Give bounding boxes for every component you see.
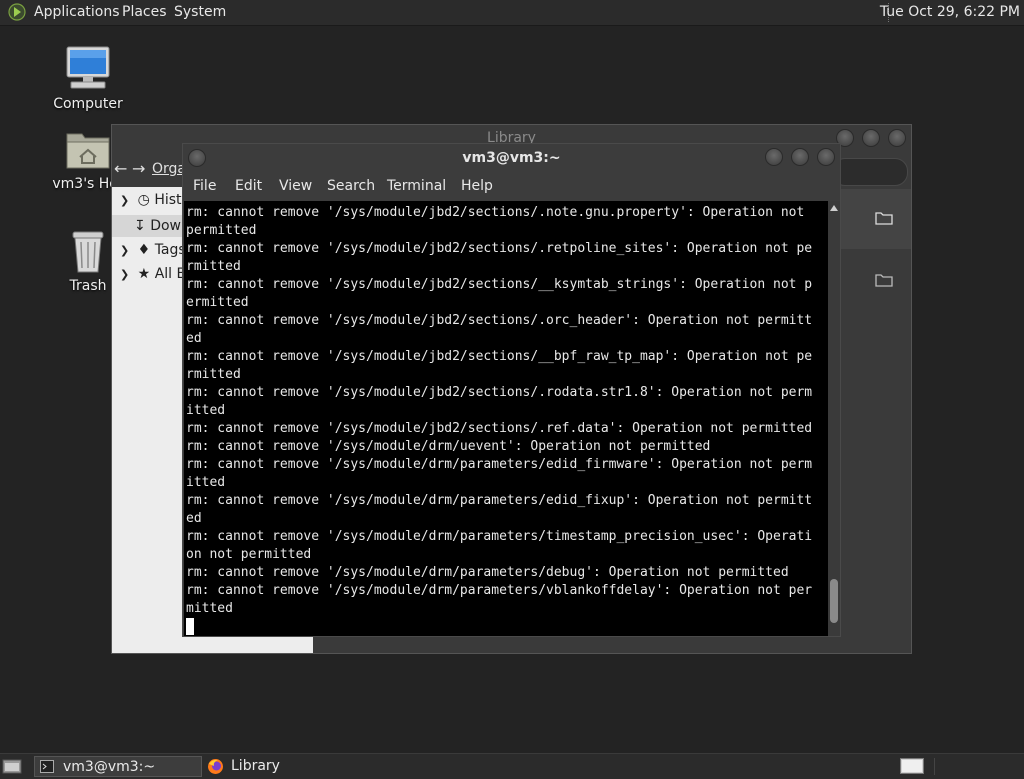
terminal-line: itted xyxy=(186,403,226,418)
menu-help[interactable]: Help xyxy=(461,178,493,194)
sidebar-item-label: Dow xyxy=(150,218,181,234)
star-icon: ★ xyxy=(137,266,151,282)
terminal-menubar: File Edit View Search Terminal Help xyxy=(183,172,840,201)
menu-view[interactable]: View xyxy=(279,178,312,194)
terminal-line: rm: cannot remove '/sys/module/jbd2/sect… xyxy=(186,313,813,328)
menu-edit[interactable]: Edit xyxy=(235,178,262,194)
scroll-up-arrow-icon[interactable] xyxy=(830,205,838,211)
terminal-titlebar[interactable]: vm3@vm3:~ xyxy=(183,144,840,172)
terminal-line: rm: cannot remove '/sys/module/jbd2/sect… xyxy=(186,349,813,364)
forward-arrow-icon[interactable]: → xyxy=(132,159,145,178)
download-icon: ↧ xyxy=(134,218,146,234)
desktop-icon-label: Computer xyxy=(53,96,123,112)
terminal-line: rm: cannot remove '/sys/module/jbd2/sect… xyxy=(186,205,805,220)
terminal-line: ed xyxy=(186,511,202,526)
sidebar-item-tags[interactable]: ❯ ♦ Tags xyxy=(120,239,186,261)
terminal-line: rm: cannot remove '/sys/module/jbd2/sect… xyxy=(186,241,813,256)
library-search-field[interactable] xyxy=(832,158,908,186)
sidebar-item-all-bookmarks[interactable]: ❯ ★ All B xyxy=(120,263,186,285)
close-button[interactable] xyxy=(888,129,906,147)
expand-arrow-icon[interactable]: ❯ xyxy=(120,268,129,281)
firefox-icon xyxy=(208,759,223,774)
terminal-line: ermitted xyxy=(186,295,249,310)
tag-icon: ♦ xyxy=(137,242,151,258)
show-desktop-icon[interactable] xyxy=(2,757,22,775)
applications-menu[interactable]: Applications xyxy=(34,4,120,21)
taskbar-item-label: vm3@vm3:~ xyxy=(63,759,156,775)
sidebar-item-history[interactable]: ❯ ◷ Histo xyxy=(120,189,190,211)
terminal-title: vm3@vm3:~ xyxy=(462,150,561,166)
trash-icon xyxy=(72,231,104,273)
terminal-scrollbar[interactable] xyxy=(828,201,840,636)
workspace-switcher[interactable] xyxy=(934,758,1024,775)
scrollbar-thumb[interactable] xyxy=(830,579,838,623)
terminal-line: rm: cannot remove '/sys/module/jbd2/sect… xyxy=(186,421,813,436)
taskbar-item-library[interactable]: Library xyxy=(204,756,370,777)
maximize-button[interactable] xyxy=(862,129,880,147)
computer-icon xyxy=(66,46,110,89)
terminal-line: itted xyxy=(186,475,226,490)
taskbar-item-terminal[interactable]: vm3@vm3:~ xyxy=(34,756,202,777)
terminal-window[interactable]: vm3@vm3:~ File Edit View Search Terminal… xyxy=(182,143,841,637)
terminal-line: rm: cannot remove '/sys/module/drm/param… xyxy=(186,565,789,580)
expand-arrow-icon[interactable]: ❯ xyxy=(120,194,129,207)
clock-icon: ◷ xyxy=(137,192,150,208)
terminal-line: rm: cannot remove '/sys/module/drm/ueven… xyxy=(186,439,711,454)
home-folder-icon xyxy=(66,133,110,169)
terminal-output-area[interactable]: rm: cannot remove '/sys/module/jbd2/sect… xyxy=(184,201,828,636)
clock[interactable]: Tue Oct 29, 6:22 PM xyxy=(880,4,1020,20)
terminal-cursor xyxy=(186,618,194,635)
terminal-line: ed xyxy=(186,331,202,346)
terminal-line: on not permitted xyxy=(186,547,312,562)
terminal-line: rmitted xyxy=(186,367,241,382)
folder-icon xyxy=(875,212,893,225)
close-button[interactable] xyxy=(817,148,835,166)
applications-logo-icon[interactable] xyxy=(8,3,26,21)
menu-file[interactable]: File xyxy=(193,178,216,194)
places-menu[interactable]: Places xyxy=(122,4,167,21)
maximize-button[interactable] xyxy=(791,148,809,166)
system-menu[interactable]: System xyxy=(174,4,226,21)
back-arrow-icon[interactable]: ← xyxy=(114,159,127,178)
menu-search[interactable]: Search xyxy=(327,178,375,194)
organize-button[interactable]: Orga xyxy=(152,161,186,177)
terminal-line: permitted xyxy=(186,223,257,238)
terminal-line: rm: cannot remove '/sys/module/drm/param… xyxy=(186,583,813,598)
bottom-panel: vm3@vm3:~ Library xyxy=(0,753,1024,779)
terminal-line: rm: cannot remove '/sys/module/drm/param… xyxy=(186,529,813,544)
terminal-line: rm: cannot remove '/sys/module/drm/param… xyxy=(186,493,813,508)
taskbar-item-label: Library xyxy=(231,758,280,774)
workspace-icon[interactable] xyxy=(900,758,924,774)
terminal-output: rm: cannot remove '/sys/module/jbd2/sect… xyxy=(186,204,826,636)
terminal-line: rm: cannot remove '/sys/module/jbd2/sect… xyxy=(186,277,813,292)
menu-terminal[interactable]: Terminal xyxy=(387,178,446,194)
top-panel: Applications Places System Tue Oct 29, 6… xyxy=(0,0,1024,26)
folder-icon xyxy=(875,274,893,287)
expand-arrow-icon[interactable]: ❯ xyxy=(120,244,129,257)
minimize-button[interactable] xyxy=(765,148,783,166)
terminal-line: rm: cannot remove '/sys/module/drm/param… xyxy=(186,457,813,472)
terminal-icon xyxy=(40,760,54,773)
terminal-line: rmitted xyxy=(186,259,241,274)
terminal-line: rm: cannot remove '/sys/module/jbd2/sect… xyxy=(186,385,813,400)
desktop-icon-computer[interactable]: Computer xyxy=(43,44,133,112)
terminal-line: mitted xyxy=(186,601,233,616)
